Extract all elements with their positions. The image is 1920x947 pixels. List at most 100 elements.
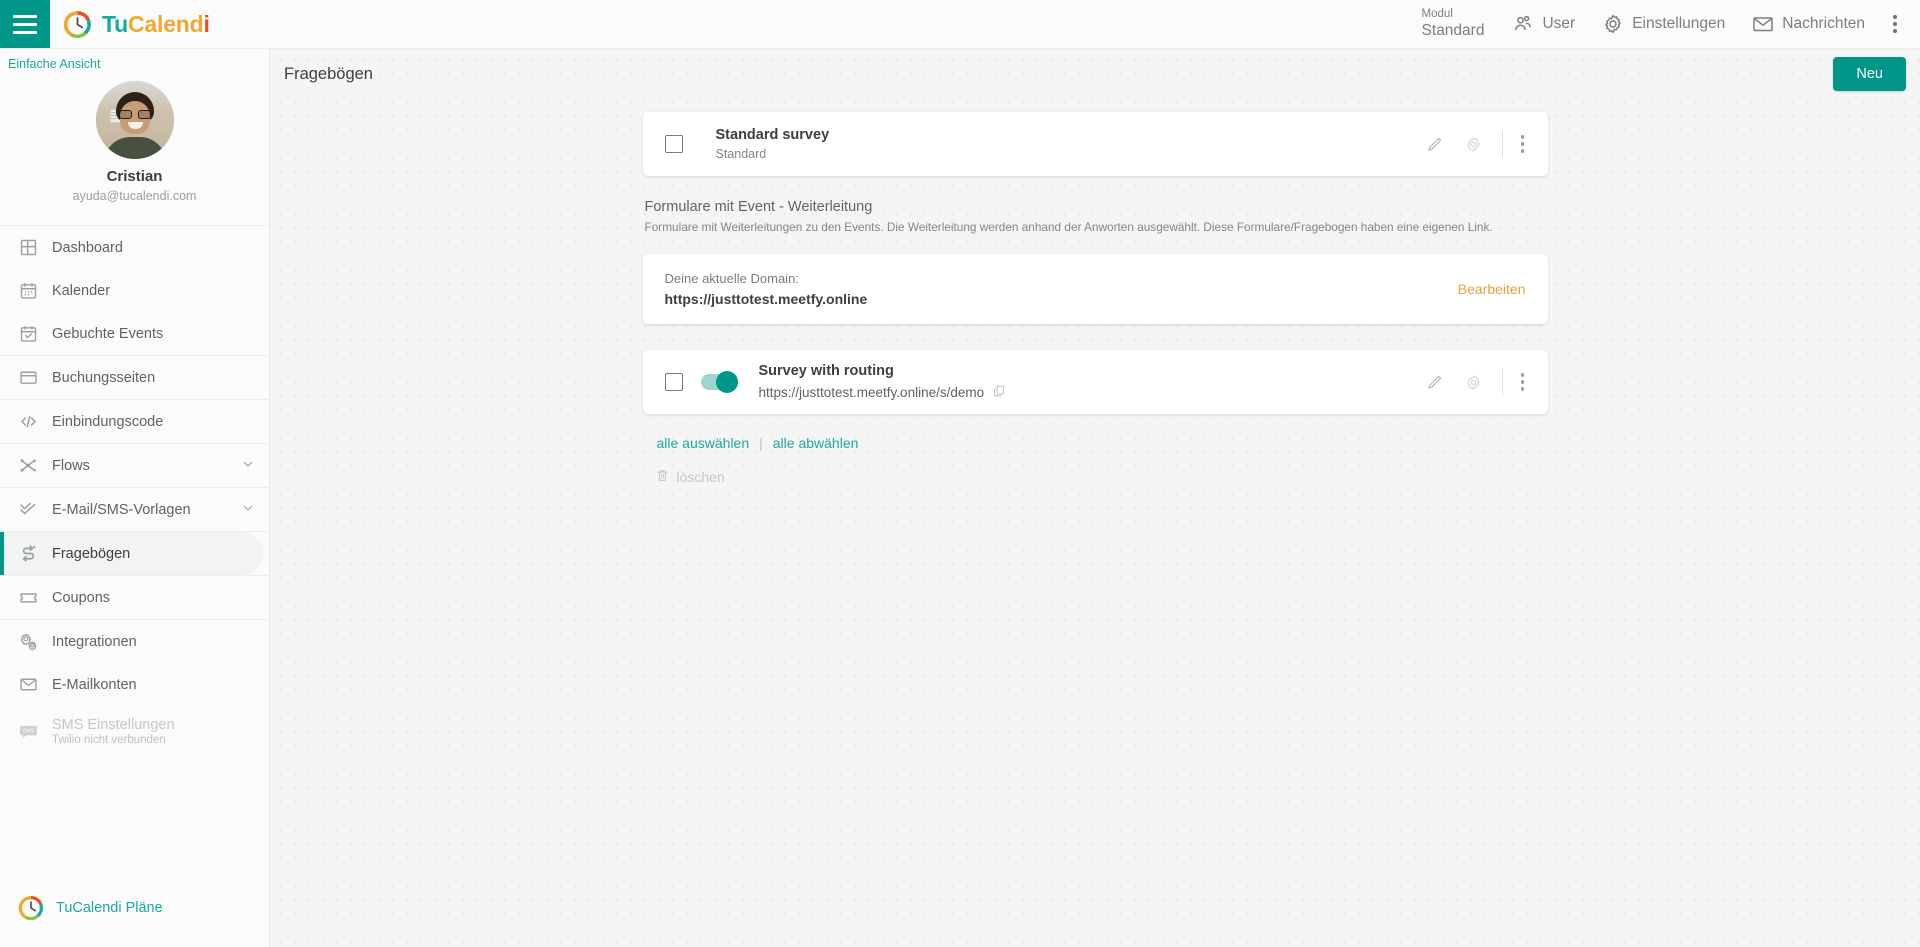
sidebar-item-emailkonten[interactable]: E-Mailkonten [0,663,269,706]
brand-part-2: Calend [128,10,204,37]
standard-survey-card: Standard survey Standard [642,112,1548,176]
gear-icon[interactable] [1454,373,1493,392]
pencil-icon[interactable] [1415,373,1454,392]
standard-survey-title: Standard survey [715,127,830,143]
kebab-menu-icon[interactable] [1878,0,1912,49]
profile-block: Cristian ayuda@tucalendi.com [0,73,269,225]
sidebar-item-fragebogen[interactable]: Fragebögen [0,532,263,575]
tucalendi-logo-icon [18,895,44,921]
pencil-icon[interactable] [1415,135,1454,154]
sidebar-item-label: Fragebögen [52,545,131,562]
standard-survey-checkbox[interactable] [664,135,683,153]
brand-part-1: Tu [102,10,128,37]
standard-survey-subtitle: Standard [715,147,767,161]
top-nav-user[interactable]: User [1498,0,1588,49]
sidebar-item-label: E-Mail/SMS-Vorlagen [52,501,191,518]
deselect-all-link[interactable]: alle abwählen [773,435,859,451]
domain-card: Deine aktuelle Domain: https://justtotes… [642,254,1548,324]
avatar-glasses [118,110,151,119]
module-indicator[interactable]: Modul Standard [1408,8,1499,39]
sidebar-item-dashboard[interactable]: Dashboard [0,226,269,269]
code-icon [18,411,52,432]
top-nav-settings-label: Einstellungen [1632,15,1726,32]
routing-survey-actions [1415,368,1534,396]
sidebar-item-label: Integrationen [52,633,137,650]
gear-icon [1605,14,1622,34]
module-label: Modul [1421,8,1453,21]
sidebar-item-coupons[interactable]: Coupons [0,576,269,619]
action-divider [1501,130,1503,158]
avatar[interactable] [95,81,174,159]
hamburger-icon[interactable] [0,0,50,48]
profile-name: Cristian [106,168,163,185]
top-nav-settings[interactable]: Einstellungen [1588,0,1738,49]
kebab-dot [1520,149,1525,153]
kebab-dot [1520,373,1525,377]
top-nav-messages[interactable]: Nachrichten [1738,0,1878,49]
survey-icon [18,543,52,564]
sidebar-item-gebuchte-events[interactable]: Gebuchte Events [0,312,269,355]
sidebar-item-email-sms-vorlagen[interactable]: E-Mail/SMS-Vorlagen [0,488,269,531]
kebab-dot [1520,380,1525,384]
bulk-separator: | [759,435,763,451]
sidebar-item-sms-einstellungen[interactable]: SMS SMS Einstellungen Twilio nicht verbu… [0,706,269,756]
module-value: Standard [1421,21,1485,39]
sidebar-item-label: Flows [52,457,90,474]
new-button[interactable]: Neu [1833,57,1906,91]
nav-group: Fragebögen [0,531,269,575]
sidebar-item-label: SMS Einstellungen Twilio nicht verbunden [52,717,255,746]
sidebar-item-kalender[interactable]: Kalender [0,269,269,312]
sidebar-item-buchungsseiten[interactable]: Buchungsseiten [0,356,269,399]
select-all-link[interactable]: alle auswählen [657,435,750,451]
delete-action[interactable]: löschen [655,468,1548,486]
kebab-menu-icon[interactable] [1512,131,1534,157]
kebab-dot [1520,135,1525,139]
sidebar-item-einbindungscode[interactable]: Einbindungscode [0,400,269,443]
nav-group: Einbindungscode [0,399,269,443]
sidebar-item-label: Einbindungscode [52,413,164,430]
sidebar-item-integrationen[interactable]: Integrationen [0,620,269,663]
domain-edit-link[interactable]: Bearbeiten [1458,281,1526,297]
trash-icon [655,468,670,486]
chevron-down-icon[interactable] [241,501,255,519]
svg-text:SMS: SMS [23,728,35,734]
center-column: Standard survey Standard Formulare mit E… [642,112,1548,486]
domain-value: https://justtotest.meetfy.online [664,291,868,307]
hamburger-line [13,14,37,18]
routing-survey-url-row: https://justtotest.meetfy.online/s/demo [759,384,1415,401]
envelope-icon [1753,17,1774,32]
card-row: Standard survey Standard [664,127,1534,161]
simple-view-link[interactable]: Einfache Ansicht [0,49,269,73]
routing-survey-card: Survey with routing https://justtotest.m… [642,350,1548,414]
domain-label: Deine aktuelle Domain: [664,271,799,286]
brand-logo[interactable]: TuCalendi [50,0,210,48]
copy-icon[interactable] [992,384,1006,401]
routing-survey-toggle[interactable] [700,371,738,393]
sidebar-footer: TuCalendi Pläne [0,895,269,947]
kebab-menu-icon[interactable] [1512,369,1534,395]
tucalendi-plans-link[interactable]: TuCalendi Pläne [18,895,269,921]
gear-icon[interactable] [1454,135,1493,154]
brand-title: TuCalendi [102,11,210,38]
gears-icon [18,631,52,652]
routing-section-description: Formulare mit Weiterleitungen zu den Eve… [644,220,1493,234]
tucalendi-plans-label: TuCalendi Pläne [56,900,163,916]
routing-survey-url: https://justtotest.meetfy.online/s/demo [758,385,985,400]
kebab-dot [1520,142,1525,146]
users-icon [1515,15,1532,31]
top-nav-messages-label: Nachrichten [1782,15,1865,32]
routing-survey-title: Survey with routing [758,363,894,379]
routing-survey-checkbox[interactable] [664,373,683,391]
page-title: Fragebögen [284,64,373,83]
chevron-down-icon[interactable] [241,457,255,475]
sidebar-item-label: Kalender [52,282,111,299]
nav-group: Flows [0,443,269,487]
nav-group: Integrationen E-Mailkonten SMS SMS Einst… [0,619,269,756]
mail-icon [18,674,52,695]
bulk-actions: alle auswählen | alle abwählen [657,435,1548,451]
sidebar-item-flows[interactable]: Flows [0,444,269,487]
nav-group: E-Mail/SMS-Vorlagen [0,487,269,531]
routing-section-title: Formulare mit Event - Weiterleitung [644,199,873,215]
profile-email: ayuda@tucalendi.com [72,189,197,203]
nav-group: Coupons [0,575,269,619]
